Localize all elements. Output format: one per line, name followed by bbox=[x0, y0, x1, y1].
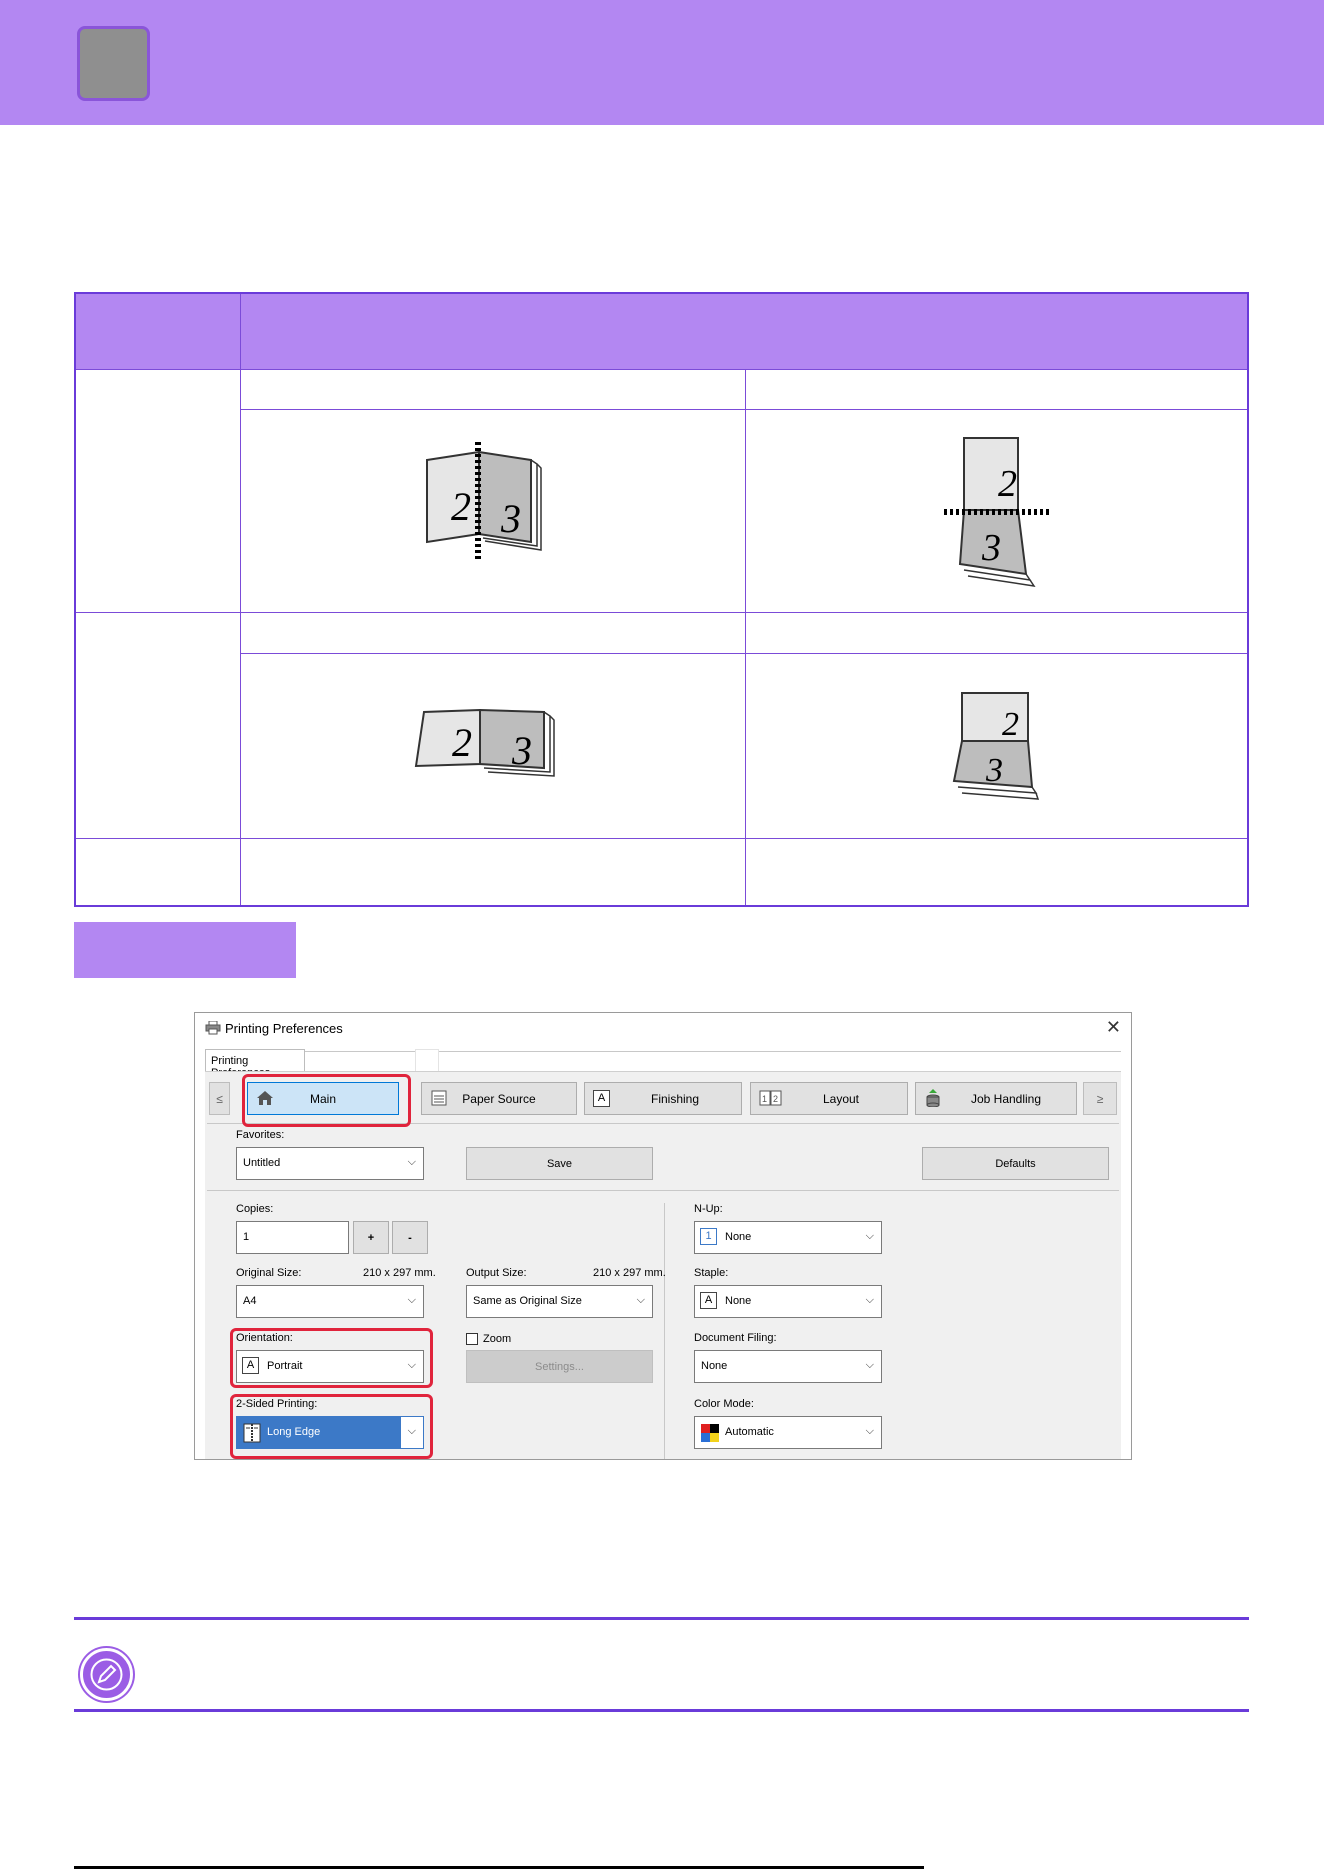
note-top-rule bbox=[74, 1617, 1249, 1620]
booklet-long-edge-landscape-illustration: 2 3 bbox=[414, 708, 555, 777]
section-label-bar bbox=[74, 922, 296, 978]
original-size-label: Original Size: bbox=[236, 1267, 302, 1279]
tab-job-handling[interactable]: Job Handling bbox=[915, 1082, 1077, 1115]
close-icon[interactable]: ✕ bbox=[1106, 1017, 1121, 1038]
tab-job-handling-label: Job Handling bbox=[970, 1092, 1042, 1106]
copies-input[interactable]: 1 bbox=[236, 1221, 349, 1254]
chevron-down-icon: ⌵ bbox=[407, 1156, 416, 1168]
nav-prev-button[interactable]: ≤ bbox=[209, 1082, 230, 1115]
nup-icon: 1 bbox=[700, 1228, 717, 1245]
page-number-3: 3 bbox=[981, 527, 1001, 569]
booklet-long-edge-portrait-illustration: 2 3 bbox=[426, 442, 542, 560]
staple-select[interactable]: A None ⌵ bbox=[694, 1285, 882, 1318]
zoom-checkbox[interactable] bbox=[466, 1333, 478, 1345]
table-header bbox=[76, 294, 1247, 369]
tab-layout-label: Layout bbox=[822, 1092, 860, 1106]
favorites-label: Favorites: bbox=[236, 1129, 285, 1141]
footer-rule bbox=[74, 1866, 924, 1869]
table-divider bbox=[240, 409, 1247, 410]
original-size-dims: 210 x 297 mm. bbox=[363, 1267, 436, 1279]
tab-paper-source-label: Paper Source bbox=[462, 1092, 536, 1106]
chevron-down-icon: ⌵ bbox=[865, 1359, 874, 1371]
column-divider bbox=[664, 1203, 665, 1459]
chevron-down-icon: ⌵ bbox=[407, 1294, 416, 1306]
tab-finishing[interactable]: A Finishing bbox=[584, 1082, 742, 1115]
table-divider bbox=[76, 369, 1247, 370]
tab-blank bbox=[415, 1049, 439, 1073]
staple-value: None bbox=[725, 1295, 752, 1307]
page-number-3: 3 bbox=[985, 752, 1003, 789]
copies-value: 1 bbox=[243, 1231, 250, 1243]
page-number-3: 3 bbox=[500, 496, 521, 541]
note-bottom-rule bbox=[74, 1709, 1249, 1712]
table-divider bbox=[745, 369, 746, 905]
defaults-button[interactable]: Defaults bbox=[922, 1147, 1109, 1180]
copies-increment-button[interactable]: + bbox=[353, 1221, 389, 1254]
tab-paper-source[interactable]: Paper Source bbox=[421, 1082, 577, 1115]
page-number-3: 3 bbox=[511, 728, 532, 773]
original-size-value: A4 bbox=[243, 1295, 257, 1307]
page-number-2: 2 bbox=[451, 484, 471, 529]
copies-decrement-button[interactable]: - bbox=[392, 1221, 428, 1254]
output-size-dims: 210 x 297 mm. bbox=[593, 1267, 666, 1279]
table-divider bbox=[240, 294, 241, 905]
original-size-select[interactable]: A4 ⌵ bbox=[236, 1285, 424, 1318]
document-filing-select[interactable]: None ⌵ bbox=[694, 1350, 882, 1383]
table-divider bbox=[240, 653, 1247, 654]
highlight-main-tab bbox=[242, 1074, 411, 1127]
booklet-short-edge-portrait-illustration: 2 3 bbox=[944, 437, 1050, 587]
copies-label: Copies: bbox=[236, 1203, 274, 1215]
highlight-two-sided bbox=[230, 1394, 433, 1459]
page-number-2: 2 bbox=[998, 463, 1017, 505]
printing-preferences-dialog: Printing Preferences ✕ Printing Preferen… bbox=[194, 1012, 1132, 1460]
favorites-value: Untitled bbox=[243, 1157, 281, 1169]
zoom-settings-button[interactable]: Settings... bbox=[466, 1350, 653, 1383]
color-mode-select[interactable]: Automatic ⌵ bbox=[694, 1416, 882, 1449]
staple-icon: A bbox=[700, 1292, 717, 1309]
n-up-label: N-Up: bbox=[694, 1203, 723, 1215]
output-size-select[interactable]: Same as Original Size ⌵ bbox=[466, 1285, 653, 1318]
chevron-down-icon: ⌵ bbox=[865, 1294, 874, 1306]
tab-strip bbox=[205, 1051, 1121, 1052]
color-mode-icon bbox=[701, 1424, 719, 1442]
color-mode-label: Color Mode: bbox=[694, 1398, 754, 1410]
color-mode-value: Automatic bbox=[725, 1426, 774, 1438]
save-button[interactable]: Save bbox=[466, 1147, 653, 1180]
staple-label: Staple: bbox=[694, 1267, 729, 1279]
chevron-down-icon: ⌵ bbox=[865, 1425, 874, 1437]
highlight-orientation bbox=[230, 1328, 433, 1388]
tab-printing-preferences[interactable]: Printing Preferences bbox=[205, 1049, 305, 1079]
svg-text:2: 2 bbox=[773, 1094, 778, 1104]
document-filing-label: Document Filing: bbox=[694, 1332, 777, 1344]
tab-finishing-label: Finishing bbox=[650, 1092, 700, 1106]
chevron-down-icon: ⌵ bbox=[636, 1294, 645, 1306]
nav-next-button[interactable]: ≥ bbox=[1083, 1082, 1117, 1115]
n-up-select[interactable]: 1 None ⌵ bbox=[694, 1221, 882, 1254]
layout-icon: 1 2 bbox=[759, 1090, 782, 1106]
finishing-icon: A bbox=[593, 1090, 610, 1107]
header-banner bbox=[0, 0, 1324, 125]
zoom-label: Zoom bbox=[483, 1333, 512, 1345]
pencil-note-icon bbox=[80, 1648, 133, 1701]
favorites-select[interactable]: Untitled ⌵ bbox=[236, 1147, 424, 1180]
booklet-short-edge-landscape-illustration: 2 3 bbox=[952, 692, 1040, 800]
svg-text:1: 1 bbox=[762, 1094, 767, 1104]
chevron-down-icon: ⌵ bbox=[865, 1230, 874, 1242]
chapter-icon bbox=[77, 26, 150, 101]
printer-icon bbox=[205, 1021, 221, 1035]
tab-layout[interactable]: 1 2 Layout bbox=[750, 1082, 908, 1115]
binding-table: 2 3 2 3 2 3 2 3 bbox=[74, 292, 1249, 907]
table-divider bbox=[76, 612, 1247, 613]
output-size-label: Output Size: bbox=[466, 1267, 527, 1279]
dialog-title: Printing Preferences bbox=[225, 1021, 343, 1036]
output-size-value: Same as Original Size bbox=[473, 1295, 582, 1307]
n-up-value: None bbox=[725, 1231, 752, 1243]
separator bbox=[207, 1190, 1119, 1191]
document-filing-value: None bbox=[701, 1360, 728, 1372]
table-divider bbox=[76, 838, 1247, 839]
page-number-2: 2 bbox=[452, 720, 472, 765]
page-number-2: 2 bbox=[1002, 706, 1019, 743]
